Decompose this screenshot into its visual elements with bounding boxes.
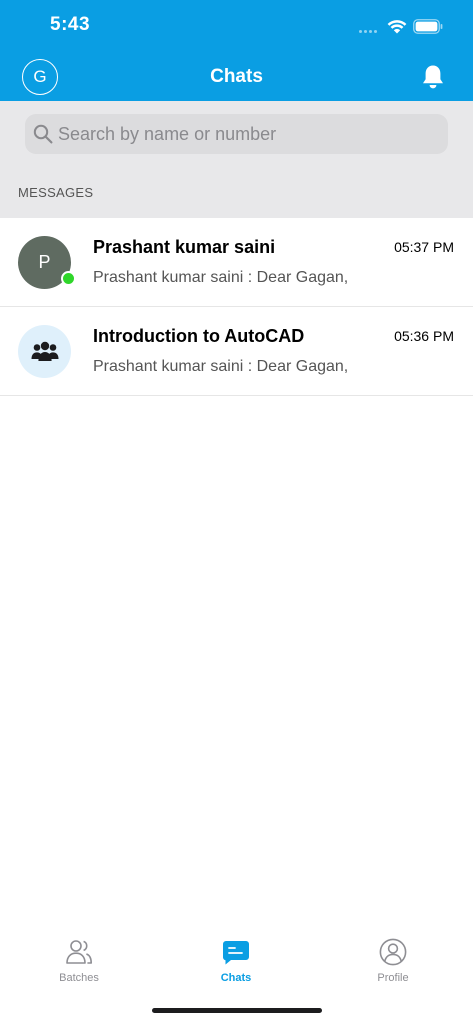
avatar-initial: P: [38, 252, 51, 272]
bell-icon[interactable]: [421, 64, 445, 90]
online-status-indicator: [61, 271, 76, 286]
search-bar[interactable]: [25, 114, 448, 154]
tab-chats[interactable]: Chats: [176, 938, 296, 994]
chat-list: P Prashant kumar saini 05:37 PM Prashant…: [0, 218, 473, 396]
search-icon: [33, 124, 53, 144]
status-bar: 5:43: [0, 0, 473, 54]
chat-item-autocad[interactable]: Introduction to AutoCAD 05:36 PM Prashan…: [0, 307, 473, 396]
tab-profile[interactable]: Profile: [333, 938, 453, 994]
cellular-signal-icon: [359, 30, 381, 34]
battery-icon: [413, 19, 443, 34]
app-header: 5:43 G Chats: [0, 0, 473, 101]
chat-preview: Prashant kumar saini : Dear Gagan,: [93, 269, 349, 286]
profile-icon: [379, 938, 407, 966]
group-icon: [31, 341, 58, 361]
tab-label: Profile: [377, 972, 409, 984]
tab-label: Chats: [220, 972, 252, 984]
chat-timestamp: 05:37 PM: [394, 239, 454, 255]
search-input[interactable]: [58, 114, 438, 154]
page-title: Chats: [210, 66, 263, 87]
chat-icon: [222, 941, 249, 965]
chat-item-prashant[interactable]: P Prashant kumar saini 05:37 PM Prashant…: [0, 218, 473, 307]
chat-timestamp: 05:36 PM: [394, 328, 454, 344]
status-time: 5:43: [50, 14, 91, 35]
chat-name: Prashant kumar saini: [93, 237, 276, 257]
home-indicator: [152, 1008, 322, 1013]
search-section: MESSAGES: [0, 101, 473, 218]
section-label: MESSAGES: [18, 185, 94, 200]
group-avatar: [18, 325, 71, 378]
navbar: G Chats: [0, 54, 473, 101]
tab-batches[interactable]: Batches: [19, 938, 139, 994]
chat-preview: Prashant kumar saini : Dear Gagan,: [93, 358, 349, 375]
users-icon: [66, 940, 92, 964]
chat-name: Introduction to AutoCAD: [93, 326, 305, 346]
tab-label: Batches: [59, 972, 99, 984]
wifi-icon: [387, 20, 407, 34]
